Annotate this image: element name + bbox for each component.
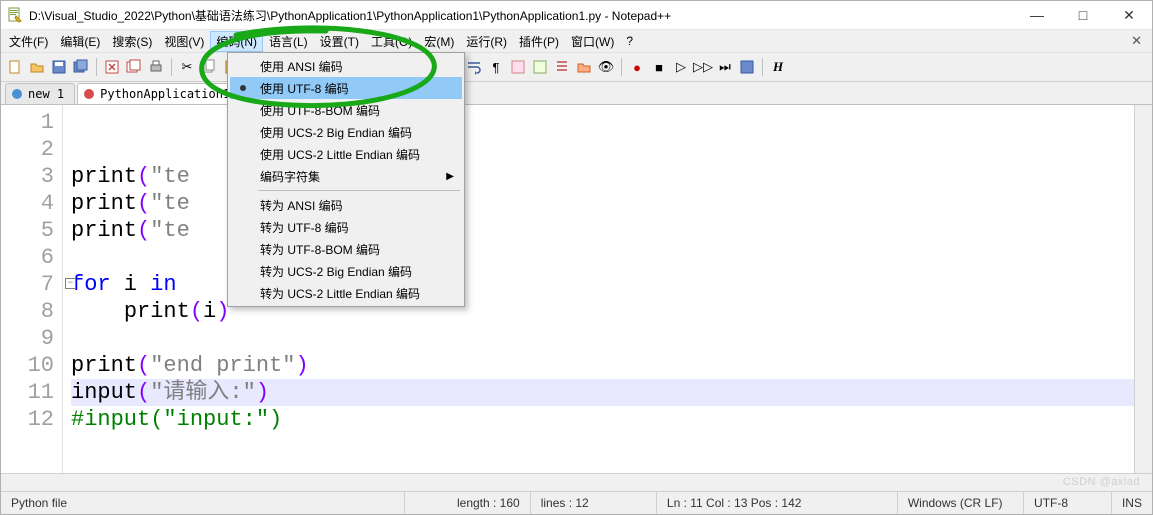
menu-语言l[interactable]: 语言(L) — [263, 31, 314, 52]
menu-item-label: 转为 UTF-8 编码 — [260, 219, 349, 236]
indent-guide-icon[interactable] — [508, 57, 528, 77]
menu-item-label: 转为 UCS-2 Little Endian 编码 — [260, 285, 420, 302]
close-button[interactable]: ✕ — [1106, 1, 1152, 29]
encoding-menu-item[interactable]: 转为 UCS-2 Little Endian 编码 — [230, 282, 462, 304]
menu-item-label: 使用 UTF-8 编码 — [260, 80, 349, 97]
close-all-icon[interactable] — [124, 57, 144, 77]
line-number-gutter: 123456789101112 — [1, 105, 63, 473]
status-position: Ln : 11 Col : 13 Pos : 142 — [657, 492, 898, 514]
menu-插件p[interactable]: 插件(P) — [513, 31, 565, 52]
menu-编码n[interactable]: 编码(N) — [210, 31, 263, 52]
tab-status-dot — [84, 89, 94, 99]
menu-工具o[interactable]: 工具(O) — [365, 31, 418, 52]
horizontal-scrollbar[interactable] — [1, 473, 1152, 491]
app-icon — [7, 7, 23, 23]
new-file-icon[interactable] — [5, 57, 25, 77]
encoding-menu-item[interactable]: 转为 UCS-2 Big Endian 编码 — [230, 260, 462, 282]
fold-toggle-icon[interactable]: − — [65, 278, 76, 289]
save-icon[interactable] — [49, 57, 69, 77]
statusbar: Python file length : 160 lines : 12 Ln :… — [1, 491, 1152, 514]
stop-icon[interactable]: ■ — [649, 57, 669, 77]
save-all-icon[interactable] — [71, 57, 91, 77]
folder-icon[interactable] — [574, 57, 594, 77]
menu-item-label: 转为 UCS-2 Big Endian 编码 — [260, 263, 412, 280]
cut-icon[interactable]: ✂ — [177, 57, 197, 77]
editor-area: 123456789101112 print("teprint("teprint(… — [1, 105, 1152, 473]
status-lines: lines : 12 — [531, 492, 657, 514]
show-all-chars-icon[interactable]: ¶ — [486, 57, 506, 77]
window-controls: — □ ✕ — [1014, 1, 1152, 29]
save-macro-icon[interactable] — [737, 57, 757, 77]
menu-item-label: 使用 UCS-2 Big Endian 编码 — [260, 124, 412, 141]
app-window: D:\Visual_Studio_2022\Python\基础语法练习\Pyth… — [0, 0, 1153, 515]
code-view[interactable]: print("teprint("teprint("te for i in − p… — [63, 105, 1134, 473]
menu-separator — [258, 190, 460, 191]
radio-bullet-icon — [240, 85, 246, 91]
status-language: Python file — [1, 492, 405, 514]
window-title: D:\Visual_Studio_2022\Python\基础语法练习\Pyth… — [29, 7, 1014, 24]
menu-item-label: 使用 UTF-8-BOM 编码 — [260, 102, 380, 119]
minimize-button[interactable]: — — [1014, 1, 1060, 29]
tab-status-dot — [12, 89, 22, 99]
status-length: length : 160 — [405, 492, 531, 514]
print-icon[interactable] — [146, 57, 166, 77]
toolbar: ✂ 🔍 ¶ 👁 ● ■ ▷ ▷▷ ⏭ H — [1, 53, 1152, 82]
menu-item-label: 编码字符集 — [260, 168, 320, 185]
encoding-menu-item[interactable]: 转为 ANSI 编码 — [230, 194, 462, 216]
encoding-dropdown: 使用 ANSI 编码使用 UTF-8 编码使用 UTF-8-BOM 编码使用 U… — [227, 52, 465, 307]
status-encoding: UTF-8 — [1024, 492, 1112, 514]
play-multi-icon[interactable]: ▷▷ — [693, 57, 713, 77]
watermark: CSDN @axlad — [1063, 476, 1140, 488]
menu-运行r[interactable]: 运行(R) — [460, 31, 513, 52]
submenu-arrow-icon: ▶ — [446, 171, 454, 182]
wordwrap-icon[interactable] — [464, 57, 484, 77]
menu-编辑e[interactable]: 编辑(E) — [54, 31, 106, 52]
menu-item-label: 转为 ANSI 编码 — [260, 197, 343, 214]
encoding-menu-item[interactable]: 转为 UTF-8-BOM 编码 — [230, 238, 462, 260]
monitor-icon[interactable]: 👁 — [596, 57, 616, 77]
close-file-icon[interactable] — [102, 57, 122, 77]
fast-fwd-icon[interactable]: ⏭ — [715, 57, 735, 77]
func-list-icon[interactable] — [552, 57, 572, 77]
menubar: 文件(F)编辑(E)搜索(S)视图(V)编码(N)语言(L)设置(T)工具(O)… — [1, 30, 1152, 53]
play-icon[interactable]: ▷ — [671, 57, 691, 77]
code-line[interactable]: #input("input:") — [71, 406, 1134, 433]
menu-item-label: 使用 ANSI 编码 — [260, 58, 343, 75]
bold-h-icon[interactable]: H — [768, 57, 788, 77]
menu-搜索s[interactable]: 搜索(S) — [106, 31, 158, 52]
status-eol: Windows (CR LF) — [898, 492, 1024, 514]
copy-icon[interactable] — [199, 57, 219, 77]
menubar-close-icon[interactable]: ✕ — [1123, 33, 1150, 49]
menu-视图v[interactable]: 视图(V) — [158, 31, 210, 52]
code-line[interactable] — [71, 325, 1134, 352]
encoding-menu-item[interactable]: 编码字符集 ▶ — [230, 165, 462, 187]
encoding-menu-item[interactable]: 转为 UTF-8 编码 — [230, 216, 462, 238]
encoding-menu-item[interactable]: 使用 UCS-2 Little Endian 编码 — [230, 143, 462, 165]
tabbar: new 1PythonApplication1.py — [1, 82, 1152, 105]
menu-宏m[interactable]: 宏(M) — [418, 31, 460, 52]
record-icon[interactable]: ● — [627, 57, 647, 77]
menu-设置t[interactable]: 设置(T) — [314, 31, 365, 52]
open-file-icon[interactable] — [27, 57, 47, 77]
code-line[interactable]: input("请输入:") — [71, 379, 1134, 406]
titlebar: D:\Visual_Studio_2022\Python\基础语法练习\Pyth… — [1, 1, 1152, 30]
file-tab[interactable]: new 1 — [5, 83, 75, 104]
menu-?[interactable]: ? — [620, 32, 639, 50]
code-line[interactable]: print("end print") — [71, 352, 1134, 379]
encoding-menu-item[interactable]: 使用 UTF-8-BOM 编码 — [230, 99, 462, 121]
menu-窗口w[interactable]: 窗口(W) — [565, 31, 620, 52]
menu-item-label: 转为 UTF-8-BOM 编码 — [260, 241, 380, 258]
encoding-menu-item[interactable]: 使用 UTF-8 编码 — [230, 77, 462, 99]
status-ins: INS — [1112, 492, 1152, 514]
encoding-menu-item[interactable]: 使用 ANSI 编码 — [230, 55, 462, 77]
encoding-menu-item[interactable]: 使用 UCS-2 Big Endian 编码 — [230, 121, 462, 143]
menu-文件f[interactable]: 文件(F) — [3, 31, 54, 52]
maximize-button[interactable]: □ — [1060, 1, 1106, 29]
menu-item-label: 使用 UCS-2 Little Endian 编码 — [260, 146, 420, 163]
tab-label: new 1 — [28, 87, 64, 101]
lang-icon[interactable] — [530, 57, 550, 77]
vertical-scrollbar[interactable] — [1134, 105, 1152, 473]
